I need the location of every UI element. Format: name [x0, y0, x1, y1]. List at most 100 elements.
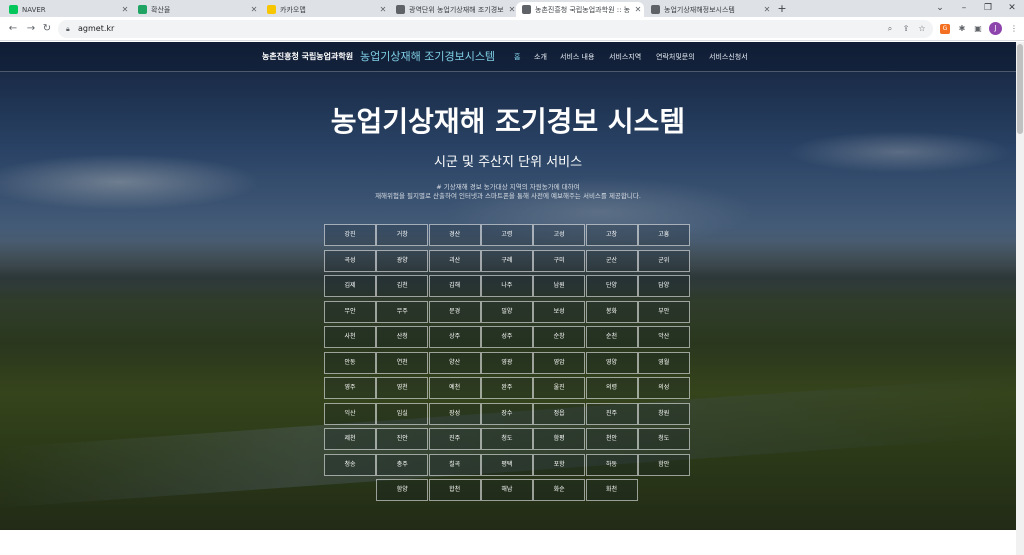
- browser-tab[interactable]: 광역단위 농업기상재해 조기경보 ✕: [390, 2, 518, 17]
- region-button[interactable]: 무주: [376, 300, 429, 323]
- zoom-icon[interactable]: ⌕: [884, 23, 896, 35]
- region-button[interactable]: 사천: [324, 326, 376, 348]
- region-button[interactable]: 단양: [585, 275, 638, 297]
- region-button[interactable]: 하동: [585, 453, 638, 476]
- region-button[interactable]: 강진: [324, 224, 376, 246]
- reload-icon[interactable]: ↻: [40, 22, 54, 36]
- region-button[interactable]: 해남: [480, 479, 533, 501]
- region-button[interactable]: 예천: [428, 377, 481, 399]
- region-button[interactable]: 봉화: [585, 300, 638, 323]
- region-button[interactable]: 보성: [533, 300, 586, 323]
- region-button[interactable]: 구미: [533, 249, 586, 272]
- url-text[interactable]: agmet.kr: [78, 20, 114, 38]
- tab-close-icon[interactable]: ✕: [377, 5, 389, 14]
- nav-home[interactable]: 홈: [514, 52, 520, 62]
- profile-avatar[interactable]: J: [989, 22, 1002, 35]
- region-button[interactable]: 김해: [428, 275, 481, 297]
- region-button[interactable]: 청도: [480, 428, 533, 450]
- region-button[interactable]: 밀양: [480, 300, 533, 323]
- nav-service-area[interactable]: 서비스지역: [609, 52, 641, 62]
- tab-close-icon[interactable]: ✕: [248, 5, 260, 14]
- region-button[interactable]: 고창: [585, 224, 638, 246]
- region-button[interactable]: 익산: [324, 402, 376, 425]
- region-button[interactable]: 무안: [324, 300, 376, 323]
- region-button[interactable]: 울진: [533, 377, 586, 399]
- region-button[interactable]: 고흥: [637, 224, 690, 246]
- region-button[interactable]: 고성: [533, 224, 586, 246]
- region-button[interactable]: 평택: [480, 453, 533, 476]
- region-button[interactable]: 광양: [376, 249, 429, 272]
- bookmark-star-icon[interactable]: ☆: [916, 23, 928, 35]
- forward-icon[interactable]: →: [24, 22, 38, 36]
- region-button[interactable]: 함평: [533, 428, 586, 450]
- region-button[interactable]: 나주: [480, 275, 533, 297]
- browser-tab[interactable]: 농촌진흥청 국립농업과학원 :: 농 ✕: [516, 2, 644, 17]
- region-button[interactable]: 충주: [376, 453, 429, 476]
- browser-tab[interactable]: 카카오맵 ✕: [261, 2, 389, 17]
- region-button[interactable]: 진주: [585, 402, 638, 425]
- page-scrollbar[interactable]: [1016, 42, 1024, 555]
- brand-title[interactable]: 농업기상재해 조기경보시스템: [360, 48, 495, 64]
- region-button[interactable]: 화천: [585, 479, 638, 501]
- region-button[interactable]: 완주: [480, 377, 533, 399]
- nav-about[interactable]: 소개: [534, 52, 547, 62]
- region-button[interactable]: 악산: [637, 326, 690, 348]
- region-button[interactable]: 남원: [533, 275, 586, 297]
- close-window-icon[interactable]: ✕: [1000, 0, 1024, 17]
- region-button[interactable]: 거창: [376, 224, 429, 246]
- region-button[interactable]: 창원: [637, 402, 690, 425]
- region-button[interactable]: 화순: [533, 479, 586, 501]
- region-button[interactable]: 순창: [533, 326, 586, 348]
- region-button[interactable]: 군위: [637, 249, 690, 272]
- tab-close-icon[interactable]: ✕: [119, 5, 131, 14]
- region-button[interactable]: 청송: [324, 453, 376, 476]
- region-button[interactable]: 제천: [324, 428, 376, 450]
- region-button[interactable]: 순천: [585, 326, 638, 348]
- tab-close-icon[interactable]: ✕: [761, 5, 773, 14]
- brand-subtitle[interactable]: 농촌진흥청 국립농업과학원: [262, 51, 353, 62]
- region-button[interactable]: 고령: [480, 224, 533, 246]
- region-button[interactable]: 진주: [428, 428, 481, 450]
- browser-tab[interactable]: 확산율 ✕: [132, 2, 260, 17]
- region-button[interactable]: 군산: [585, 249, 638, 272]
- region-button[interactable]: 문경: [428, 300, 481, 323]
- region-button[interactable]: 영양: [585, 351, 638, 374]
- restore-icon[interactable]: ❐: [976, 0, 1000, 17]
- region-button[interactable]: 산청: [376, 326, 429, 348]
- minimize-icon[interactable]: –: [952, 0, 976, 17]
- address-bar[interactable]: 🔒︎ agmet.kr ⌕ ⇪ ☆: [58, 20, 933, 38]
- region-button[interactable]: 장성: [428, 402, 481, 425]
- browser-tab[interactable]: 농업기상재해정보시스템 ✕: [645, 2, 773, 17]
- nav-application[interactable]: 서비스신청서: [709, 52, 748, 62]
- nav-contact[interactable]: 연락처및문의: [656, 52, 695, 62]
- share-icon[interactable]: ⇪: [900, 23, 912, 35]
- scrollbar-thumb[interactable]: [1017, 44, 1023, 134]
- region-button[interactable]: 천안: [585, 428, 638, 450]
- back-icon[interactable]: ←: [6, 22, 20, 36]
- region-button[interactable]: 함양: [376, 479, 429, 501]
- region-button[interactable]: 곡성: [324, 249, 376, 272]
- tab-close-icon[interactable]: ✕: [632, 5, 644, 14]
- region-button[interactable]: 합천: [428, 479, 481, 501]
- region-button[interactable]: 성주: [480, 326, 533, 348]
- region-button[interactable]: 영천: [376, 377, 429, 399]
- region-button[interactable]: 영암: [533, 351, 586, 374]
- extensions-puzzle-icon[interactable]: ✱: [956, 23, 968, 35]
- region-button[interactable]: 의령: [585, 377, 638, 399]
- region-button[interactable]: 김천: [376, 275, 429, 297]
- region-button[interactable]: 양산: [428, 351, 481, 374]
- extension-icon[interactable]: G: [940, 24, 950, 34]
- region-button[interactable]: 포항: [533, 453, 586, 476]
- region-button[interactable]: 영광: [480, 351, 533, 374]
- region-button[interactable]: 장수: [480, 402, 533, 425]
- tab-search-icon[interactable]: ⌄: [928, 0, 952, 17]
- region-button[interactable]: 괴산: [428, 249, 481, 272]
- browser-tab[interactable]: NAVER ✕: [3, 2, 131, 17]
- region-button[interactable]: 임실: [376, 402, 429, 425]
- region-button[interactable]: 담양: [637, 275, 690, 297]
- region-button[interactable]: 상주: [428, 326, 481, 348]
- menu-kebab-icon[interactable]: ⋮: [1008, 23, 1020, 35]
- region-button[interactable]: 영월: [637, 351, 690, 374]
- region-button[interactable]: 부안: [637, 300, 690, 323]
- region-button[interactable]: 영주: [324, 377, 376, 399]
